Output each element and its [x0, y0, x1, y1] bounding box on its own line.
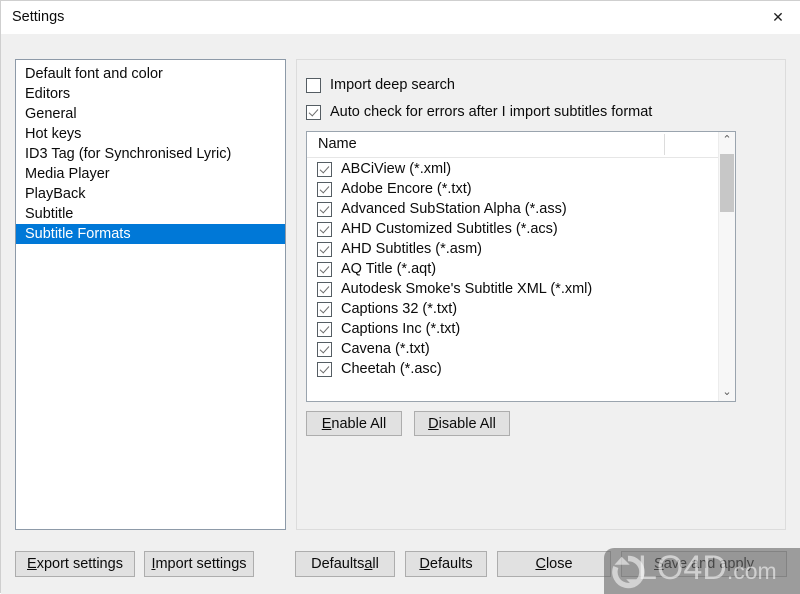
format-row[interactable]: Advanced SubStation Alpha (*.ass): [307, 199, 735, 219]
category-item[interactable]: Subtitle: [16, 204, 285, 224]
category-item-label: Subtitle Formats: [25, 226, 131, 242]
export-settings-button[interactable]: Export settings: [15, 551, 135, 577]
accel-char: E: [321, 415, 332, 432]
category-item-label: ID3 Tag (for Synchronised Lyric): [25, 146, 232, 162]
format-row[interactable]: Cheetah (*.asc): [307, 359, 735, 379]
listview-scrollbar[interactable]: ⌃ ⌄: [718, 132, 735, 401]
format-row[interactable]: Autodesk Smoke's Subtitle XML (*.xml): [307, 279, 735, 299]
format-row[interactable]: Captions Inc (*.txt): [307, 319, 735, 339]
format-row-label: Captions 32 (*.txt): [341, 301, 458, 317]
format-row-label: ABCiView (*.xml): [341, 161, 452, 177]
button-label: efaults: [429, 556, 473, 572]
listview-header: Name: [307, 132, 735, 158]
settings-window: Settings ✕ Default font and color Editors…: [0, 0, 800, 594]
button-label: nable All: [331, 415, 387, 432]
button-label: ave and apply: [663, 556, 754, 572]
format-row[interactable]: AHD Subtitles (*.asm): [307, 239, 735, 259]
category-item[interactable]: Hot keys: [16, 124, 285, 144]
format-row[interactable]: Adobe Encore (*.txt): [307, 179, 735, 199]
button-label: lose: [545, 556, 573, 572]
scroll-up-icon[interactable]: ⌃: [719, 132, 735, 149]
category-item[interactable]: PlayBack: [16, 184, 285, 204]
disable-all-button[interactable]: Disable All: [414, 411, 510, 436]
button-label: ll: [372, 556, 379, 572]
formats-listview[interactable]: Name ABCiView (*.xml) Adobe Encore (*.txt…: [306, 131, 736, 402]
format-checkbox-icon[interactable]: [317, 241, 332, 257]
format-row-label: Cavena (*.txt): [341, 341, 430, 357]
accel-char: D: [428, 415, 439, 432]
format-row-label: AHD Customized Subtitles (*.acs): [341, 221, 558, 237]
format-checkbox-icon[interactable]: [317, 361, 332, 377]
category-item[interactable]: ID3 Tag (for Synchronised Lyric): [16, 144, 285, 164]
scrollbar-thumb[interactable]: [720, 154, 734, 212]
column-header-name[interactable]: Name: [318, 136, 357, 152]
format-checkbox-icon[interactable]: [317, 221, 332, 237]
accel-char: S: [654, 556, 664, 572]
category-item[interactable]: General: [16, 104, 285, 124]
category-item-label: Subtitle: [25, 206, 74, 222]
format-checkbox-icon[interactable]: [317, 341, 332, 357]
format-checkbox-icon[interactable]: [317, 161, 332, 177]
category-item-label: Media Player: [25, 166, 110, 182]
button-label: xport settings: [36, 556, 123, 572]
scroll-down-icon[interactable]: ⌄: [719, 384, 735, 401]
listview-rows: ABCiView (*.xml) Adobe Encore (*.txt) Adva…: [307, 158, 735, 379]
format-row-label: Autodesk Smoke's Subtitle XML (*.xml): [341, 281, 593, 297]
format-row-label: AQ Title (*.aqt): [341, 261, 437, 277]
format-row[interactable]: Captions 32 (*.txt): [307, 299, 735, 319]
button-label: isable All: [438, 415, 496, 432]
category-item[interactable]: Subtitle Formats: [16, 224, 285, 244]
format-row[interactable]: AHD Customized Subtitles (*.acs): [307, 219, 735, 239]
format-checkbox-icon[interactable]: [317, 201, 332, 217]
defaults-button[interactable]: Defaults: [405, 551, 487, 577]
category-item[interactable]: Editors: [16, 84, 285, 104]
import-settings-button[interactable]: Import settings: [144, 551, 254, 577]
checkbox-box-icon: [306, 104, 321, 120]
accel-char: C: [535, 556, 546, 572]
format-row[interactable]: ABCiView (*.xml): [307, 159, 735, 179]
accel-char: a: [364, 556, 373, 572]
checkbox-import-deep-search[interactable]: Import deep search: [306, 77, 455, 93]
category-listbox[interactable]: Default font and color Editors General Hot …: [15, 59, 286, 530]
format-row-label: Cheetah (*.asc): [341, 361, 442, 377]
subtitle-formats-panel: Import deep search Auto check for errors…: [296, 59, 786, 530]
format-checkbox-icon[interactable]: [317, 281, 332, 297]
category-item-label: PlayBack: [25, 186, 86, 202]
format-checkbox-icon[interactable]: [317, 321, 332, 337]
category-item[interactable]: Default font and color: [16, 64, 285, 84]
format-row-label: Captions Inc (*.txt): [341, 321, 461, 337]
format-row-label: Adobe Encore (*.txt): [341, 181, 472, 197]
enable-all-button[interactable]: Enable All: [306, 411, 402, 436]
checkbox-label: Import deep search: [330, 77, 455, 93]
button-label: mport settings: [155, 556, 247, 572]
category-item[interactable]: Media Player: [16, 164, 285, 184]
save-and-apply-button[interactable]: Save and apply: [621, 551, 787, 577]
accel-char: E: [27, 556, 37, 572]
category-item-label: Hot keys: [25, 126, 82, 142]
checkbox-box-icon: [306, 77, 321, 93]
defaults-all-button[interactable]: Defaults a ll: [295, 551, 395, 577]
dialog-client-area: Default font and color Editors General Hot …: [1, 34, 800, 594]
format-row[interactable]: AQ Title (*.aqt): [307, 259, 735, 279]
format-checkbox-icon[interactable]: [317, 181, 332, 197]
button-label-pre: Defaults: [311, 556, 365, 572]
category-item-label: General: [25, 106, 77, 122]
title-bar: Settings ✕: [1, 1, 800, 35]
format-checkbox-icon[interactable]: [317, 261, 332, 277]
format-row-label: Advanced SubStation Alpha (*.ass): [341, 201, 567, 217]
close-button[interactable]: Close: [497, 551, 611, 577]
format-row[interactable]: Cavena (*.txt): [307, 339, 735, 359]
category-item-label: Editors: [25, 86, 71, 102]
accel-char: D: [419, 556, 430, 572]
close-icon[interactable]: ✕: [755, 1, 800, 33]
category-item-label: Default font and color: [25, 66, 163, 82]
checkbox-auto-check-errors[interactable]: Auto check for errors after I import sub…: [306, 104, 652, 120]
window-title: Settings: [12, 9, 65, 25]
format-row-label: AHD Subtitles (*.asm): [341, 241, 483, 257]
column-divider[interactable]: [664, 134, 665, 155]
format-checkbox-icon[interactable]: [317, 301, 332, 317]
checkbox-label: Auto check for errors after I import sub…: [330, 104, 653, 120]
